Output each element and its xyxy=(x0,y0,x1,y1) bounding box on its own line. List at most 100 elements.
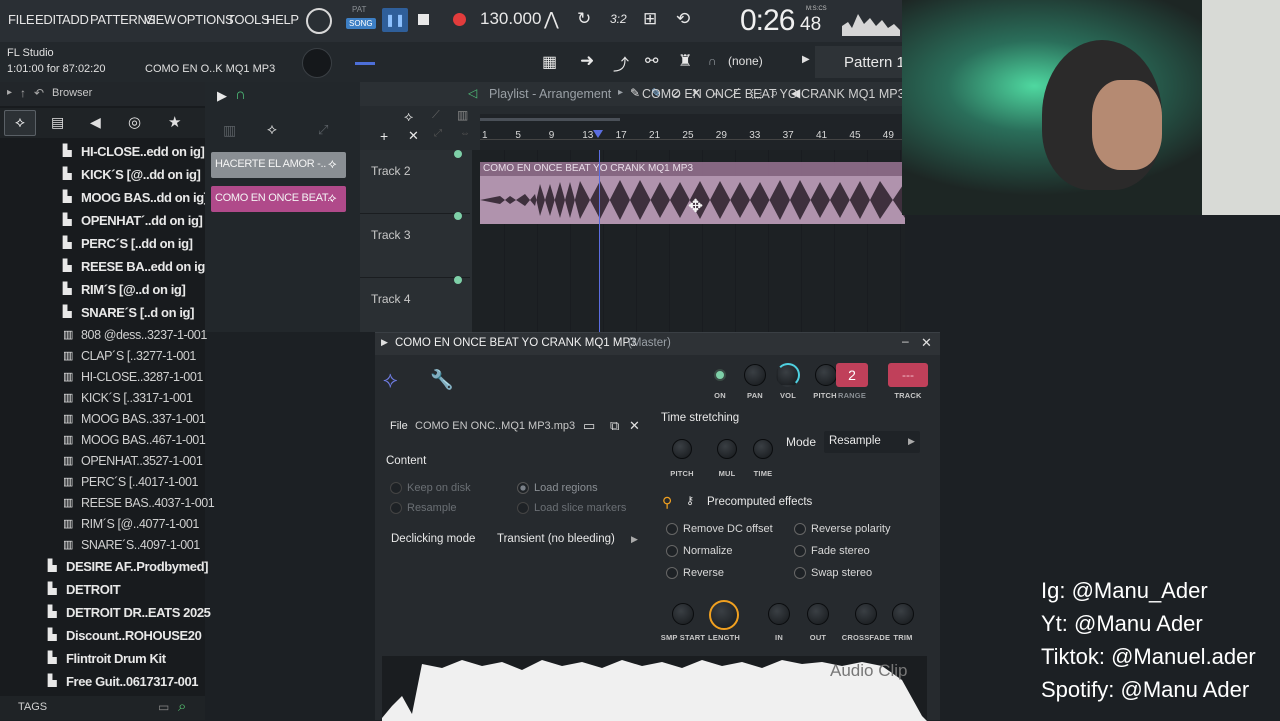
tags-label[interactable]: TAGS xyxy=(18,701,47,713)
length-knob[interactable] xyxy=(709,600,739,630)
declicking-select[interactable]: Transient (no bleeding) xyxy=(497,533,615,545)
browser-item[interactable]: ▥ SNARE´S..4097-1-001 xyxy=(0,535,205,556)
file-name[interactable]: COMO EN ONC..MQ1 MP3.mp3 xyxy=(415,420,575,432)
grid-icon[interactable]: ▥ xyxy=(457,108,468,122)
main-volume-slider[interactable] xyxy=(355,62,375,65)
playlist-play-icon[interactable]: ◁ xyxy=(468,86,477,100)
track-header-4[interactable]: Track 4 xyxy=(360,278,470,332)
plugin-picker-icon[interactable]: ⤴ xyxy=(613,51,629,75)
folder-icon[interactable]: ▭ xyxy=(158,700,169,714)
pattern-mode-select[interactable]: (none) xyxy=(728,54,763,68)
close-icon[interactable]: ✕ xyxy=(921,335,932,351)
channel-item-1[interactable]: HACERTE EL AMOR -.. ⟡ xyxy=(211,152,346,178)
smp-start-knob[interactable] xyxy=(672,603,694,625)
reverse-polarity-checkbox[interactable] xyxy=(794,523,806,535)
browser-item[interactable]: ▙ PERC´S [..dd on ig] xyxy=(0,233,205,256)
browser-item[interactable]: ▥ KICK´S [..3317-1-001 xyxy=(0,388,205,409)
main-pitch-knob[interactable] xyxy=(302,48,332,78)
master-volume-knob[interactable] xyxy=(306,8,332,34)
in-knob[interactable] xyxy=(768,603,790,625)
range-value[interactable]: 2 xyxy=(836,363,868,387)
mixer-track-selector[interactable]: --- xyxy=(888,363,928,387)
volume-knob[interactable] xyxy=(776,363,800,387)
browser-item[interactable]: ▙ DETROIT DR..EATS 2025 xyxy=(0,602,211,625)
declicking-arrow-icon[interactable]: ▶ xyxy=(631,534,638,545)
stop-button[interactable] xyxy=(418,14,429,25)
clip-waveform-preview[interactable]: Audio Clip xyxy=(382,656,927,721)
tab-files-icon[interactable]: ▤ xyxy=(51,114,64,131)
menu-options[interactable]: OPTIONS xyxy=(177,12,234,27)
track-arrows-icon[interactable]: ⇔ xyxy=(460,128,470,139)
browser-item[interactable]: ▙ DETROIT xyxy=(0,579,205,602)
channel-link-icon[interactable]: ⤢ xyxy=(318,122,328,138)
browser-item[interactable]: ▙ RIM´S [@..d on ig] xyxy=(0,279,205,302)
search-icon[interactable]: ⌕ xyxy=(178,698,186,715)
mode-select[interactable]: Resample ▶ xyxy=(824,431,920,453)
trim-knob[interactable] xyxy=(892,603,914,625)
browser-item[interactable]: ▥ OPENHAT..3527-1-001 xyxy=(0,451,205,472)
browser-item[interactable]: ▙ Flintroit Drum Kit xyxy=(0,648,205,671)
track-tool-icon[interactable]: ⤢ xyxy=(434,128,442,139)
precomputed-lock-icon[interactable]: ⚷ xyxy=(686,494,694,507)
pitch-knob[interactable] xyxy=(815,364,837,386)
resample-radio[interactable] xyxy=(390,502,402,514)
metronome-icon[interactable]: ⋀ xyxy=(544,9,559,30)
remove-track-icon[interactable]: ✕ xyxy=(408,128,419,144)
piano-roll-icon[interactable]: ▦ xyxy=(542,52,557,72)
locate-icon[interactable]: ⧉ xyxy=(610,418,619,434)
browser-collapse-icon[interactable]: ▸ xyxy=(7,87,12,98)
ts-pitch-knob[interactable] xyxy=(672,439,692,459)
crossfade-knob[interactable] xyxy=(855,603,877,625)
clip-window-titlebar[interactable]: ▶ COMO EN ONCE BEAT YO CRANK MQ1 MP3 (Ma… xyxy=(375,333,940,355)
ts-time-knob[interactable] xyxy=(753,439,773,459)
channel-filter-icon[interactable]: ⟡ xyxy=(267,121,277,138)
expand-icon[interactable]: ▶ xyxy=(381,337,388,348)
load-slice-markers-radio[interactable] xyxy=(517,502,529,514)
menu-edit[interactable]: EDIT xyxy=(35,12,64,27)
reverse-checkbox[interactable] xyxy=(666,567,678,579)
track-led[interactable] xyxy=(454,150,462,158)
browser-item[interactable]: ▙ SNARE´S [..d on ig] xyxy=(0,302,205,325)
menu-add[interactable]: ADD xyxy=(62,12,89,27)
audio-clip[interactable]: COMO EN ONCE BEAT YO CRANK MQ1 MP3 ✥ xyxy=(480,162,905,224)
browser-item[interactable]: ▙ REESE BA..edd on ig] xyxy=(0,256,209,279)
browser-back-icon[interactable]: ↶ xyxy=(34,86,44,100)
link-icon[interactable]: ⚯ xyxy=(645,51,658,71)
mixer-icon[interactable]: ♜ xyxy=(678,51,692,71)
menu-view[interactable]: VIEW xyxy=(144,12,176,27)
arrange-icon[interactable]: ⟡ xyxy=(404,108,413,125)
arrow-right-icon[interactable]: ➜ xyxy=(580,51,594,71)
pattern-selector[interactable]: Pattern 1 xyxy=(815,46,905,78)
precomputed-wrench-icon[interactable]: ⚲ xyxy=(662,494,672,511)
swap-stereo-checkbox[interactable] xyxy=(794,567,806,579)
browser-item[interactable]: ▥ CLAP´S [..3277-1-001 xyxy=(0,346,205,367)
remove-file-icon[interactable]: ✕ xyxy=(629,418,640,434)
browser-item[interactable]: ▥ MOOG BAS..467-1-001 xyxy=(0,430,206,451)
loop-record-icon[interactable]: ⟲ xyxy=(676,9,690,29)
normalize-checkbox[interactable] xyxy=(666,545,678,557)
pat-label[interactable]: PAT xyxy=(352,5,366,14)
browser-item[interactable]: ▥ REESE BAS..4037-1-001 xyxy=(0,493,215,514)
browser-item[interactable]: ▥ MOOG BAS..337-1-001 xyxy=(0,409,206,430)
play-pattern-icon[interactable]: ▶ xyxy=(217,88,227,104)
channel-item-2[interactable]: COMO EN ONCE BEAT.. ⟡ xyxy=(211,186,346,212)
tab-favorites-icon[interactable]: ★ xyxy=(168,113,181,131)
tab-all-icon[interactable]: ⟡ xyxy=(4,110,36,136)
snap-display[interactable]: 3:2 xyxy=(610,12,627,26)
track-header-3[interactable]: Track 3 xyxy=(360,214,470,284)
browser-item[interactable]: ▙ OPENHAT´..dd on ig] xyxy=(0,210,205,233)
channel-on-led[interactable] xyxy=(714,369,726,381)
record-button[interactable] xyxy=(453,13,466,26)
fade-stereo-checkbox[interactable] xyxy=(794,545,806,557)
magnet-icon[interactable]: ∩ xyxy=(708,54,717,68)
browser-up-icon[interactable]: ↑ xyxy=(20,86,26,100)
step-edit-icon[interactable]: ⊞ xyxy=(643,9,657,29)
load-regions-radio[interactable] xyxy=(517,482,529,494)
tempo-display[interactable]: 130.000 xyxy=(480,9,541,29)
menu-tools[interactable]: TOOLS xyxy=(227,12,270,27)
slide-icon[interactable]: ⟋ xyxy=(432,109,440,122)
minimize-icon[interactable]: – xyxy=(902,334,909,348)
browser-item[interactable]: ▙ Free Guit..0617317-001 xyxy=(0,671,205,694)
add-track-icon[interactable]: + xyxy=(380,128,388,144)
pattern-arrow-icon[interactable]: ▶ xyxy=(802,54,810,65)
